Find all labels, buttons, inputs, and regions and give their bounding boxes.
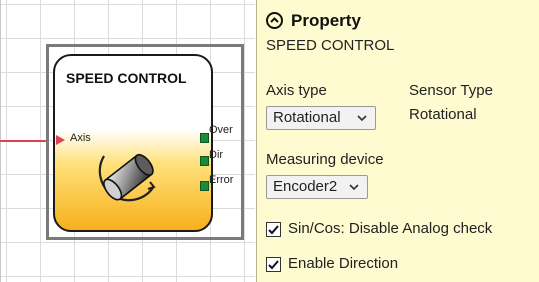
error-output-label: Error [209, 174, 234, 186]
block-title: SPEED CONTROL [66, 70, 187, 86]
sensor-type-label: Sensor Type [409, 82, 493, 99]
axis-input-label: Axis [70, 132, 91, 144]
selected-block-name: SPEED CONTROL [266, 37, 395, 54]
checkmark-icon [268, 260, 279, 270]
property-title: Property [291, 11, 361, 30]
axis-input-pin[interactable] [56, 135, 65, 145]
dir-output-pin[interactable] [200, 156, 209, 166]
collapse-property-button[interactable] [266, 12, 283, 29]
axis-type-dropdown[interactable]: Rotational [266, 106, 376, 130]
sensor-type-value: Rotational [409, 106, 477, 123]
error-output-pin[interactable] [200, 181, 209, 191]
rotation-cylinder-icon [98, 153, 156, 202]
enable-direction-label[interactable]: Enable Direction [288, 255, 398, 272]
disable-analog-check-label[interactable]: Sin/Cos: Disable Analog check [288, 220, 492, 237]
enable-direction-checkbox[interactable] [266, 257, 281, 272]
property-panel: Property SPEED CONTROL Axis type Sensor … [256, 0, 539, 282]
dir-output-label: Dir [209, 149, 224, 161]
disable-analog-check-checkbox[interactable] [266, 222, 281, 237]
measuring-device-dropdown[interactable]: Encoder2 [266, 175, 368, 199]
chevron-up-icon [270, 17, 279, 23]
diagram-canvas[interactable]: SPEED CONTROL Axis Over Dir Error [0, 0, 255, 282]
over-output-label: Over [209, 124, 233, 136]
chevron-down-icon [349, 184, 359, 191]
axis-type-value: Rotational [273, 109, 341, 126]
input-wire[interactable] [0, 140, 48, 142]
axis-type-label: Axis type [266, 82, 327, 99]
checkmark-icon [268, 225, 279, 235]
measuring-device-value: Encoder2 [273, 178, 338, 195]
chevron-down-icon [357, 115, 367, 122]
over-output-pin[interactable] [200, 133, 209, 143]
measuring-device-label: Measuring device [266, 151, 384, 168]
